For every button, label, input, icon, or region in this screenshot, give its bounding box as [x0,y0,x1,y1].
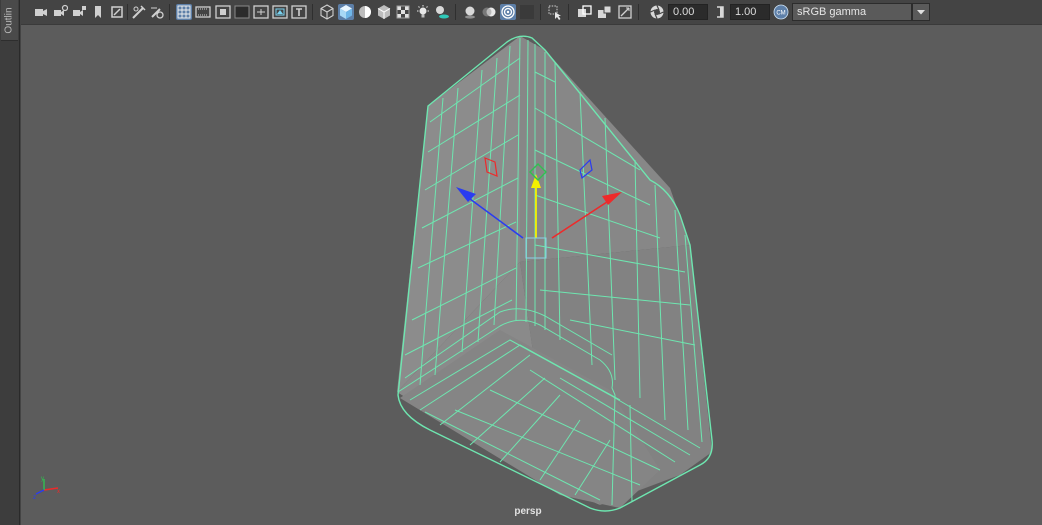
image-plane-icon[interactable] [90,4,106,20]
resolution-gate-icon[interactable] [215,4,231,20]
grease-pencil-icon[interactable] [131,4,147,20]
gamma-value: 1.00 [735,6,757,18]
wireframe-icon[interactable] [319,4,335,20]
gamma-icon[interactable] [712,4,728,20]
camera-select-icon[interactable] [33,4,49,20]
view-transform-dropdown-button[interactable] [912,3,930,21]
anti-aliasing-icon[interactable] [500,4,516,20]
svg-text:x: x [57,489,60,495]
shadows-icon[interactable] [434,4,450,20]
color-management-icon[interactable]: CM [773,4,789,20]
screen-space-ao-icon[interactable] [462,4,478,20]
outliner-tab[interactable]: Outlin [1,0,18,41]
viewport-toolbar: 0.00 1.00 CM sRGB gamma [21,0,1042,25]
view-transform-label: sRGB gamma [797,6,867,18]
svg-text:CM: CM [776,11,785,17]
film-gate-icon[interactable] [195,4,211,20]
viewport-scene: x y z [33,35,713,512]
exposure-value: 0.00 [673,6,695,18]
camera-name-label: persp [514,506,542,517]
grid-icon[interactable] [176,4,192,20]
field-chart-icon[interactable] [253,4,269,20]
svg-text:z: z [33,495,36,501]
svg-text:y: y [41,476,44,482]
gate-mask-icon[interactable] [234,4,250,20]
default-material-icon[interactable] [357,4,373,20]
wireframe-on-shaded-icon[interactable] [376,4,392,20]
grease-pencil-settings-icon[interactable] [149,4,165,20]
textured-icon[interactable] [395,4,411,20]
isolate-select-icon[interactable] [547,4,563,20]
exposure-icon[interactable] [649,4,665,20]
perspective-viewport[interactable]: x y z persp [21,25,1042,525]
view-transform-select[interactable]: sRGB gamma [792,3,912,21]
safe-action-icon[interactable] [272,4,288,20]
chevron-down-icon [917,10,925,15]
use-all-lights-icon[interactable] [415,4,431,20]
depth-of-field-icon[interactable] [519,4,535,20]
xray-icon[interactable] [577,4,593,20]
smooth-shade-icon[interactable] [338,4,354,20]
safe-title-icon[interactable] [291,4,307,20]
view-axis-indicator: x y z [33,476,60,501]
xray-joints-icon[interactable] [597,4,613,20]
camera-attributes-icon[interactable] [52,4,68,20]
gamma-field[interactable]: 1.00 [730,4,770,20]
2d-pan-zoom-icon[interactable] [109,4,125,20]
backface-culling-icon[interactable] [617,4,633,20]
motion-blur-icon[interactable] [481,4,497,20]
exposure-field[interactable]: 0.00 [668,4,708,20]
outliner-tab-label: Outlin [4,6,15,34]
bookmarks-icon[interactable] [71,4,87,20]
outliner-sidebar: Outlin [0,0,20,525]
